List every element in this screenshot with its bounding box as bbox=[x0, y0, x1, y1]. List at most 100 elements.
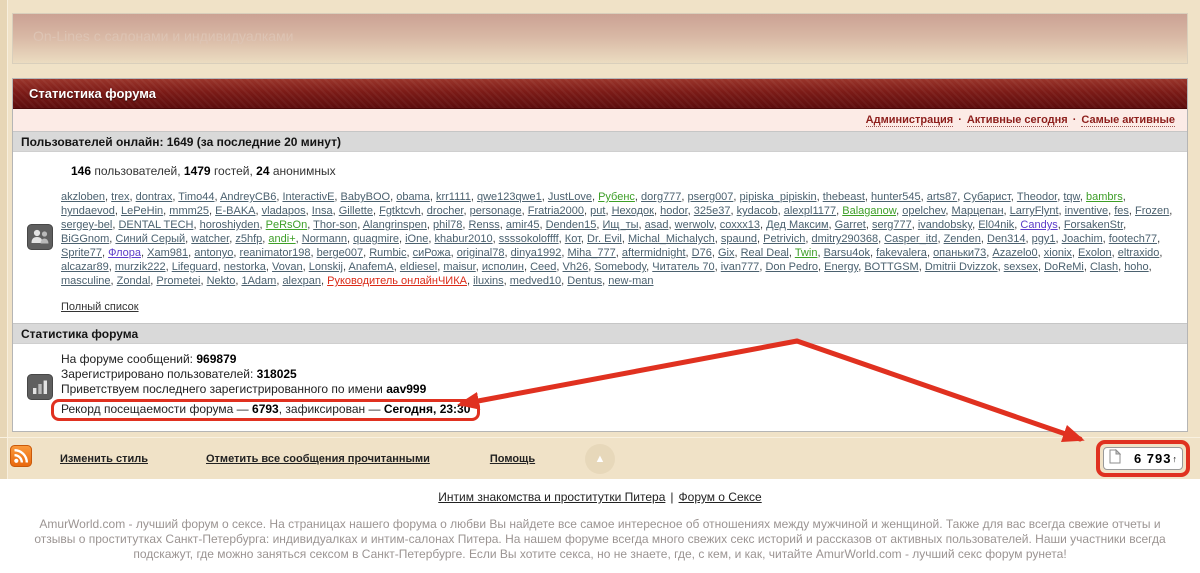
online-user-link[interactable]: BabyBOO bbox=[341, 191, 391, 203]
online-user-link[interactable]: xionix bbox=[1044, 247, 1072, 259]
online-user-link[interactable]: andi+ bbox=[268, 233, 295, 245]
online-user-link[interactable]: 325e37 bbox=[694, 205, 731, 217]
online-user-link[interactable]: D76 bbox=[692, 247, 712, 259]
online-user-link[interactable]: sergey-bel bbox=[61, 219, 112, 231]
online-user-link[interactable]: dinya1992 bbox=[511, 247, 562, 259]
online-user-link[interactable]: eldiesel bbox=[400, 261, 437, 273]
online-user-link[interactable]: arts87 bbox=[927, 191, 958, 203]
online-user-link[interactable]: Casper_itd bbox=[884, 233, 937, 245]
online-user-link[interactable]: Дед Максим bbox=[766, 219, 828, 231]
nav-active-today-link[interactable]: Активные сегодня bbox=[967, 114, 1068, 127]
online-user-link[interactable]: Неходок bbox=[612, 205, 654, 217]
online-user-link[interactable]: El04nik bbox=[978, 219, 1014, 231]
online-user-link[interactable]: AnafemA bbox=[349, 261, 394, 273]
online-user-link[interactable]: footech77 bbox=[1109, 233, 1157, 245]
online-user-link[interactable]: iOne bbox=[405, 233, 428, 245]
online-user-link[interactable]: bambrs bbox=[1086, 191, 1123, 203]
online-user-link[interactable]: Real Deal bbox=[741, 247, 789, 259]
online-user-link[interactable]: alcazar89 bbox=[61, 261, 109, 273]
online-user-link[interactable]: Rumbic bbox=[369, 247, 406, 259]
online-user-link[interactable]: qwe123qwe1 bbox=[477, 191, 542, 203]
online-user-link[interactable]: Theodor bbox=[1017, 191, 1057, 203]
online-user-link[interactable]: Субарист bbox=[963, 191, 1010, 203]
online-user-link[interactable]: maisur bbox=[443, 261, 475, 273]
online-user-link[interactable]: hoho bbox=[1124, 261, 1148, 273]
online-user-link[interactable]: Exolon bbox=[1078, 247, 1112, 259]
online-user-link[interactable]: InteractivE bbox=[282, 191, 334, 203]
online-user-link[interactable]: pgy1 bbox=[1032, 233, 1056, 245]
online-user-link[interactable]: Frozen bbox=[1135, 205, 1169, 217]
online-user-link[interactable]: serg777 bbox=[872, 219, 912, 231]
online-user-link[interactable]: исполин bbox=[482, 261, 524, 273]
online-user-link[interactable]: Somebody bbox=[594, 261, 646, 273]
online-user-link[interactable]: dorg777 bbox=[641, 191, 681, 203]
online-user-link[interactable]: coxxx13 bbox=[720, 219, 760, 231]
online-user-link[interactable]: alexpl1177 bbox=[784, 205, 836, 217]
online-user-link[interactable]: horoshiyden bbox=[200, 219, 260, 231]
online-user-link[interactable]: aftermidnight bbox=[622, 247, 686, 259]
online-user-link[interactable]: werwolv bbox=[675, 219, 714, 231]
online-user-link[interactable]: сиРожа bbox=[413, 247, 451, 259]
online-user-link[interactable]: put bbox=[590, 205, 605, 217]
online-user-link[interactable]: sexsex bbox=[1004, 261, 1038, 273]
online-user-link[interactable]: hunter545 bbox=[871, 191, 921, 203]
online-user-link[interactable]: Xam981 bbox=[147, 247, 188, 259]
online-user-link[interactable]: Vovan bbox=[272, 261, 303, 273]
online-user-link[interactable]: Рубенс bbox=[598, 191, 635, 203]
online-user-link[interactable]: fes bbox=[1114, 205, 1129, 217]
online-user-link[interactable]: Balaganow bbox=[842, 205, 896, 217]
online-user-link[interactable]: murzik222 bbox=[115, 261, 166, 273]
online-user-link[interactable]: Energy bbox=[824, 261, 858, 273]
online-user-link[interactable]: опаньки73 bbox=[933, 247, 986, 259]
online-user-link[interactable]: Clash bbox=[1090, 261, 1118, 273]
online-user-link[interactable]: iluxins bbox=[473, 275, 504, 287]
online-user-link[interactable]: Zondal bbox=[117, 275, 151, 287]
online-user-link[interactable]: masculine bbox=[61, 275, 111, 287]
online-user-link[interactable]: Michal_Michalych bbox=[628, 233, 715, 245]
online-user-link[interactable]: Candys bbox=[1020, 219, 1057, 231]
online-user-link[interactable]: hodor bbox=[660, 205, 688, 217]
online-user-link[interactable]: DENTAL TECH bbox=[118, 219, 193, 231]
online-user-link[interactable]: LarryFlynt bbox=[1010, 205, 1059, 217]
online-user-link[interactable]: Кот bbox=[565, 233, 581, 245]
online-user-link[interactable]: JustLove bbox=[548, 191, 592, 203]
online-user-link[interactable]: Normann bbox=[302, 233, 347, 245]
online-user-link[interactable]: nestorka bbox=[224, 261, 266, 273]
online-user-link[interactable]: original78 bbox=[457, 247, 505, 259]
online-user-link[interactable]: Joachim bbox=[1062, 233, 1103, 245]
online-user-link[interactable]: asad bbox=[645, 219, 669, 231]
online-user-link[interactable]: ivandobsky bbox=[918, 219, 972, 231]
promo-banner[interactable]: On-Lines с салонами и индивидуалками bbox=[12, 13, 1188, 64]
online-user-link[interactable]: Синий Серый bbox=[115, 233, 185, 245]
online-user-link[interactable]: DoReMi bbox=[1044, 261, 1084, 273]
online-user-link[interactable]: Prometei bbox=[156, 275, 200, 287]
online-user-link[interactable]: Don Pedro bbox=[765, 261, 818, 273]
online-user-link[interactable]: phil78 bbox=[433, 219, 462, 231]
nav-administration-link[interactable]: Администрация bbox=[866, 114, 954, 127]
online-user-link[interactable]: drocher bbox=[427, 205, 464, 217]
online-user-link[interactable]: personage bbox=[470, 205, 522, 217]
online-user-link[interactable]: thebeast bbox=[823, 191, 865, 203]
online-user-link[interactable]: krr1111 bbox=[436, 191, 471, 203]
online-user-link[interactable]: E-BAKA bbox=[215, 205, 255, 217]
change-style-link[interactable]: Изменить стиль bbox=[60, 453, 148, 465]
online-user-link[interactable]: Barsu4ok bbox=[824, 247, 870, 259]
help-link[interactable]: Помощь bbox=[490, 453, 535, 465]
online-user-link[interactable]: reanimator198 bbox=[240, 247, 311, 259]
online-user-link[interactable]: BiGGnom bbox=[61, 233, 109, 245]
online-user-link[interactable]: Twin bbox=[795, 247, 818, 259]
online-user-link[interactable]: inventive bbox=[1065, 205, 1108, 217]
online-user-link[interactable]: fakevalera bbox=[876, 247, 927, 259]
online-user-link[interactable]: Zenden bbox=[944, 233, 981, 245]
online-user-link[interactable]: Ceed bbox=[530, 261, 556, 273]
online-user-link[interactable]: medved10 bbox=[510, 275, 561, 287]
online-user-link[interactable]: Miha_777 bbox=[567, 247, 615, 259]
online-user-link[interactable]: Флора bbox=[108, 247, 141, 259]
online-user-link[interactable]: Garret bbox=[835, 219, 866, 231]
online-user-link[interactable]: ssssokoloffff bbox=[499, 233, 559, 245]
rss-icon[interactable] bbox=[10, 445, 32, 472]
footer-sex-forum-link[interactable]: Форум о Сексе bbox=[679, 490, 762, 504]
online-user-link[interactable]: dontrax bbox=[136, 191, 173, 203]
online-user-link[interactable]: Vh26 bbox=[563, 261, 589, 273]
online-user-link[interactable]: Alangrinspen bbox=[363, 219, 427, 231]
